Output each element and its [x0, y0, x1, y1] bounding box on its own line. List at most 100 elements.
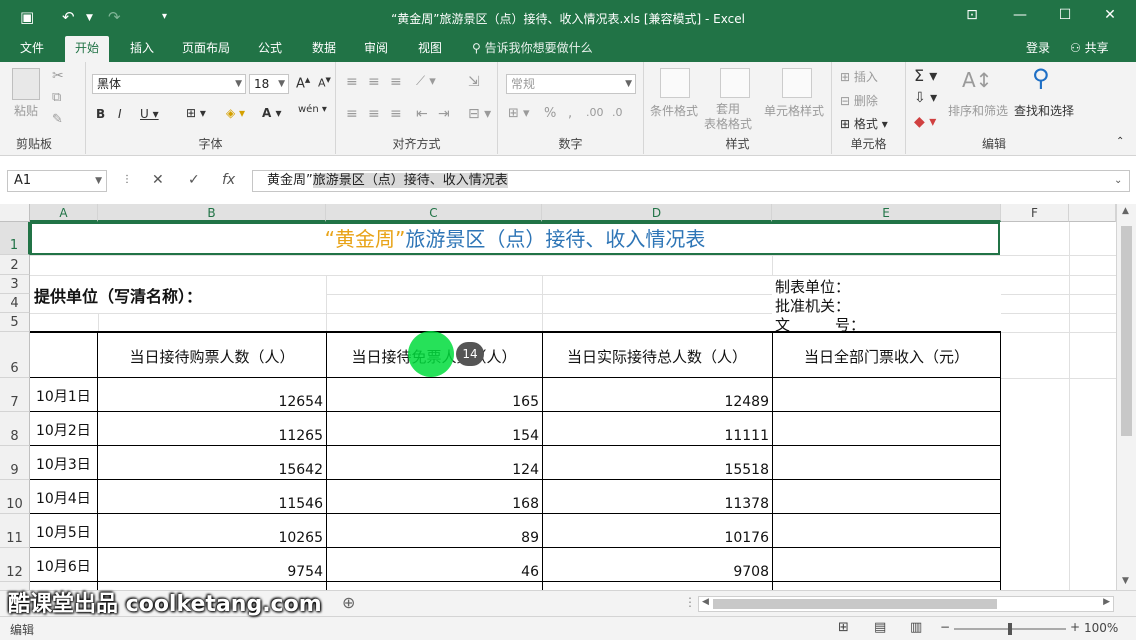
row-header-11[interactable]: 11 — [0, 514, 30, 548]
increase-decimal-icon[interactable]: .00 — [586, 106, 604, 119]
orientation-icon[interactable]: ⟋ ▾ — [416, 74, 436, 89]
column-header-b[interactable]: B — [98, 204, 326, 222]
normal-view-icon[interactable]: ⊞ — [838, 620, 849, 635]
paid-cell[interactable]: 15642 — [98, 462, 326, 478]
fill-color-icon[interactable]: ◈ ▾ — [226, 106, 245, 120]
tab-page-layout[interactable]: 页面布局 — [172, 36, 240, 62]
zoom-level[interactable]: 100% — [1084, 621, 1118, 635]
maker-label[interactable]: 制表单位： — [775, 276, 850, 297]
format-as-table-button[interactable]: 套用 表格格式 — [704, 102, 752, 132]
phonetic-icon[interactable]: wén ▾ — [298, 104, 327, 115]
tab-formulas[interactable]: 公式 — [248, 36, 292, 62]
row-header-5[interactable]: 5 — [0, 313, 30, 332]
column-header-e[interactable]: E — [772, 204, 1001, 222]
wrap-text-icon[interactable]: ⇲ — [468, 74, 480, 90]
column-header-c[interactable]: C — [326, 204, 542, 222]
comma-style-icon[interactable]: , — [568, 106, 572, 121]
free-cell[interactable]: 154 — [326, 428, 542, 444]
total-cell[interactable]: 9708 — [542, 564, 772, 580]
find-select-icon[interactable]: ⚲ — [1032, 64, 1050, 92]
confirm-entry-icon[interactable]: ✓ — [188, 172, 200, 188]
total-cell[interactable]: 11111 — [542, 428, 772, 444]
zoom-slider[interactable] — [954, 623, 1066, 635]
sort-filter-icon[interactable]: A↕ — [962, 68, 992, 92]
insert-cells-button[interactable]: ⊞ 插入 — [840, 68, 878, 85]
horizontal-scrollbar[interactable]: ◀ ▶ — [698, 596, 1114, 612]
date-cell[interactable]: 10月4日 — [30, 488, 91, 508]
row-header-4[interactable]: 4 — [0, 294, 30, 313]
conditional-format-button[interactable]: 条件格式 — [650, 102, 698, 119]
free-cell[interactable]: 124 — [326, 462, 542, 478]
minimize-icon[interactable]: — — [1008, 7, 1032, 23]
column-header-f[interactable]: F — [1001, 204, 1069, 222]
total-cell[interactable]: 12489 — [542, 394, 772, 410]
paid-cell[interactable]: 9754 — [98, 564, 326, 580]
copy-icon[interactable]: ⧉ — [52, 90, 61, 105]
tab-review[interactable]: 审阅 — [354, 36, 398, 62]
font-color-icon[interactable]: A ▾ — [262, 106, 282, 120]
font-name-select[interactable]: 黑体 ▼ — [92, 74, 246, 94]
row-header-12[interactable]: 12 — [0, 548, 30, 582]
tab-data[interactable]: 数据 — [302, 36, 346, 62]
decrease-indent-icon[interactable]: ⇤ — [416, 106, 428, 122]
paste-icon[interactable] — [12, 68, 40, 100]
row-header-6[interactable]: 6 — [0, 332, 30, 378]
total-cell[interactable]: 10176 — [542, 530, 772, 546]
find-select-button[interactable]: 查找和选择 — [1014, 102, 1074, 119]
header-total-visitors[interactable]: 当日实际接待总人数（人） — [542, 346, 772, 367]
total-cell[interactable]: 15518 — [542, 462, 772, 478]
tell-me-box[interactable]: ⚲ 告诉我你想要做什么 — [462, 36, 603, 62]
decrease-decimal-icon[interactable]: .0 — [612, 106, 623, 119]
tab-home[interactable]: 开始 — [65, 36, 110, 62]
column-header-d[interactable]: D — [542, 204, 772, 222]
insert-function-icon[interactable]: fx — [222, 172, 235, 188]
bold-button[interactable]: B — [96, 107, 105, 121]
share-button[interactable]: ⚇ 共享 — [1060, 36, 1119, 62]
cell-styles-button[interactable]: 单元格样式 — [764, 102, 824, 119]
underline-button[interactable]: U ▾ — [140, 107, 159, 121]
paid-cell[interactable]: 11546 — [98, 496, 326, 512]
free-cell[interactable]: 46 — [326, 564, 542, 580]
sheet-title-cell[interactable]: “黄金周”旅游景区（点）接待、收入情况表 — [30, 222, 1000, 255]
date-cell[interactable]: 10月5日 — [30, 522, 91, 542]
free-cell[interactable]: 89 — [326, 530, 542, 546]
login-link[interactable]: 登录 — [1016, 36, 1060, 62]
row-header-1[interactable]: 1 — [0, 222, 30, 255]
format-cells-button[interactable]: ⊞ 格式 ▾ — [840, 115, 888, 132]
zoom-slider-thumb[interactable] — [1008, 623, 1012, 635]
cut-icon[interactable]: ✂ — [52, 68, 64, 84]
paid-cell[interactable]: 11265 — [98, 428, 326, 444]
tab-file[interactable]: 文件 — [10, 36, 54, 62]
date-cell[interactable]: 10月3日 — [30, 454, 91, 474]
align-top-icon[interactable]: ≡ — [346, 74, 358, 90]
align-left-icon[interactable]: ≡ — [346, 106, 358, 122]
row-header-8[interactable]: 8 — [0, 412, 30, 446]
paid-cell[interactable]: 12654 — [98, 394, 326, 410]
formula-input[interactable]: 黄金周”旅游景区（点）接待、收入情况表 — [252, 170, 1130, 192]
row-header-2[interactable]: 2 — [0, 255, 30, 275]
ribbon-display-icon[interactable]: ⊡ — [960, 7, 984, 23]
align-bottom-icon[interactable]: ≡ — [390, 74, 402, 90]
column-header-a[interactable]: A — [30, 204, 98, 222]
cell-styles-icon[interactable] — [782, 68, 812, 98]
align-middle-icon[interactable]: ≡ — [368, 74, 380, 90]
tab-view[interactable]: 视图 — [408, 36, 452, 62]
sort-filter-button[interactable]: 排序和筛选 — [948, 102, 1008, 119]
name-box[interactable]: A1 ▼ — [7, 170, 107, 192]
close-icon[interactable]: ✕ — [1098, 7, 1122, 23]
paid-cell[interactable]: 10265 — [98, 530, 326, 546]
decrease-font-icon[interactable]: A▼ — [318, 76, 331, 90]
collapse-ribbon-icon[interactable]: ⌃ — [1116, 136, 1124, 147]
percent-icon[interactable]: % — [544, 106, 556, 121]
tab-insert[interactable]: 插入 — [120, 36, 164, 62]
date-cell[interactable]: 10月1日 — [30, 386, 91, 406]
free-cell[interactable]: 165 — [326, 394, 542, 410]
vertical-scrollbar[interactable]: ▲ ▼ — [1116, 204, 1136, 590]
font-size-select[interactable]: 18 ▼ — [249, 74, 289, 94]
conditional-format-icon[interactable] — [660, 68, 690, 98]
cancel-entry-icon[interactable]: ✕ — [152, 172, 164, 188]
clear-icon[interactable]: ◆ ▾ — [914, 114, 936, 130]
scroll-down-icon[interactable]: ▼ — [1122, 576, 1129, 586]
borders-icon[interactable]: ⊞ ▾ — [186, 106, 206, 120]
autosum-icon[interactable]: Σ ▾ — [914, 66, 937, 85]
